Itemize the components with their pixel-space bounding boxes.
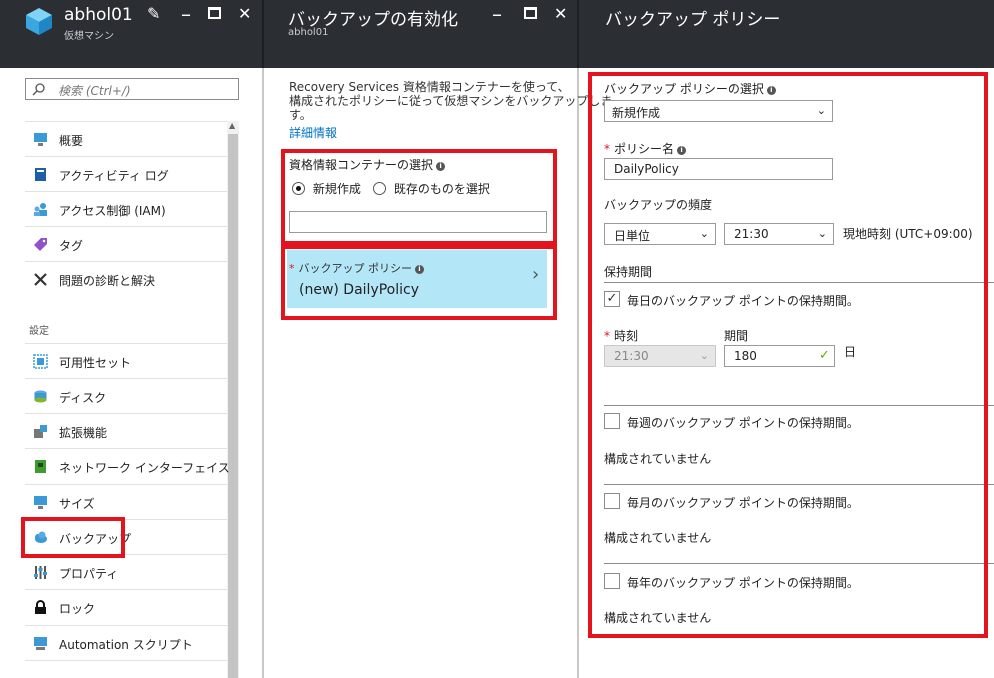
properties-icon [34,566,47,579]
vm-subtitle: 仮想マシン [64,31,114,42]
menu-item-label: 問題の診断と解決 [59,274,156,288]
menu-item-label: Automation スクリプト [59,638,193,652]
menu-item-label: サイズ [59,497,95,511]
backup-description: Recovery Services 資格情報コンテナーを使って、 構成されたポリ… [289,80,613,122]
backup-blade-subtitle: abhol01 [288,27,329,38]
menu-item-automation-script[interactable]: Automation スクリプト [25,625,227,660]
tools-icon [34,273,47,286]
menu-item-activity-log[interactable]: アクティビティ ログ [25,156,227,191]
monitor-icon [34,496,47,509]
menu-item-overview[interactable]: 概要 [25,121,227,156]
menu-item-label: アクティビティ ログ [59,169,169,183]
search-input[interactable]: 検索 (Ctrl+/) [25,78,239,100]
users-icon [34,203,47,216]
extensions-icon [34,425,47,438]
vm-cube-icon [26,8,52,35]
pin-icon[interactable]: ✎ [147,4,160,23]
blade-header-policy: バックアップ ポリシー [579,0,994,68]
menu-item-network-interface[interactable]: ネットワーク インターフェイス [25,448,230,483]
vm-title: abhol01 [64,5,133,25]
scrollbar-thumb[interactable] [228,134,238,678]
disk-icon [34,390,47,403]
maximize-icon[interactable] [524,4,537,23]
highlight-backup-menu [21,517,125,558]
highlight-vault-section [281,149,557,245]
menu-item-label: 拡張機能 [59,426,108,440]
automation-script-icon [34,637,47,650]
highlight-policy-tile [281,245,557,320]
menu-item-availability-set[interactable]: 可用性セット [25,343,227,378]
menu-item-tags[interactable]: タグ [25,226,227,261]
menu-item-size[interactable]: サイズ [25,484,227,519]
blade-header-vm: abhol01 仮想マシン ✎ – ✕ [0,0,262,68]
menu-item-extensions[interactable]: 拡張機能 [25,413,227,448]
menu-item-iam[interactable]: アクセス制御 (IAM) [25,191,227,226]
blade-header-backup: バックアップの有効化 abhol01 – ✕ [264,0,577,68]
lock-icon [35,600,46,614]
pane-divider [262,68,264,678]
scroll-up-arrow-icon[interactable]: ▲ [229,121,235,130]
network-interface-icon [35,460,46,473]
pane-divider [577,68,579,678]
menu-item-properties[interactable]: プロパティ [25,554,227,589]
search-icon [32,83,45,96]
menu-item-label: 可用性セット [59,356,132,370]
menu-item-locks[interactable]: ロック [25,589,227,624]
minimize-icon[interactable]: – [492,2,502,26]
menu-item-label: アクセス制御 (IAM) [59,204,166,218]
search-placeholder: 検索 (Ctrl+/) [58,84,131,98]
highlight-policy-blade [588,72,988,638]
menu-item-label: ロック [59,602,96,616]
availability-set-icon [33,354,48,369]
section-label-settings: 設定 [29,326,49,337]
menu-item-diagnose[interactable]: 問題の診断と解決 [25,261,227,296]
policy-blade-title: バックアップ ポリシー [605,10,781,30]
maximize-icon[interactable] [208,4,221,23]
menu-item-label: ディスク [59,391,107,405]
close-icon[interactable]: ✕ [554,4,567,23]
menu-item-disks[interactable]: ディスク [25,378,227,413]
tag-icon [34,238,47,251]
more-info-link[interactable]: 詳細情報 [289,124,337,141]
menu-item-label: ネットワーク インターフェイス [59,461,230,475]
monitor-icon [34,133,47,146]
menu-item-label: タグ [59,239,84,253]
log-book-icon [35,168,46,181]
menu-item-label: 概要 [59,134,84,148]
minimize-icon[interactable]: – [181,2,191,26]
menu-item-label: プロパティ [59,567,119,581]
close-icon[interactable]: ✕ [238,4,251,23]
